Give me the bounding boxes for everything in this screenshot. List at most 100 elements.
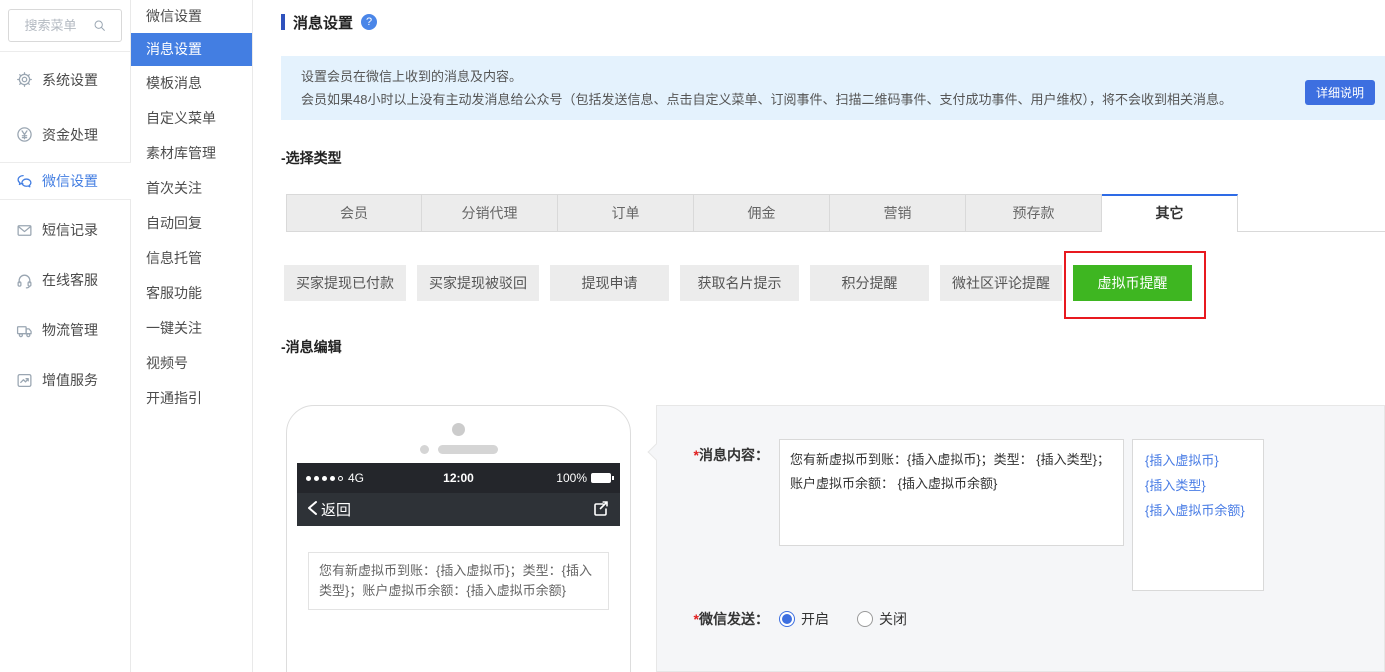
detail-description-button[interactable]: 详细说明: [1304, 80, 1375, 105]
page-header: 消息设置 ?: [281, 12, 1385, 32]
tab-prepaid[interactable]: 预存款: [966, 194, 1102, 232]
wechat-send-row: *微信发送： 开启 关闭: [657, 609, 1384, 629]
sidebar-item-online-service[interactable]: 在线客服: [0, 255, 130, 305]
tab-member[interactable]: 会员: [286, 194, 422, 232]
message-content-textarea[interactable]: 您有新虚拟币到账：{插入虚拟币}；类型： {插入类型}；账户虚拟币余额： {插入…: [779, 439, 1124, 546]
app-window: 系统设置 资金处理 微信设置 短信记录: [0, 0, 1385, 672]
gear-icon: [16, 71, 33, 88]
envelope-icon: [16, 222, 33, 239]
submenu-item-video-account[interactable]: 视频号: [131, 346, 252, 381]
insert-virtual-currency-link[interactable]: {插入虚拟币}: [1145, 448, 1251, 473]
sidebar-item-funds[interactable]: 资金处理: [0, 107, 130, 162]
wechat-icon: [16, 173, 33, 190]
battery-percent-label: 100%: [556, 471, 587, 485]
back-chevron-icon: [307, 500, 318, 520]
radio-off-label: 关闭: [879, 611, 907, 627]
content-form-row: *消息内容： 您有新虚拟币到账：{插入虚拟币}；类型： {插入类型}；账户虚拟币…: [657, 439, 1384, 591]
type-button-get-card-tip[interactable]: 获取名片提示: [680, 265, 799, 301]
statusbar-right: 100%: [521, 471, 614, 485]
insert-type-link[interactable]: {插入类型}: [1145, 473, 1251, 498]
sidebar-item-sms-records[interactable]: 短信记录: [0, 205, 130, 255]
sidebar-item-system-settings[interactable]: 系统设置: [0, 52, 130, 107]
insert-balance-link[interactable]: {插入虚拟币余额}: [1145, 498, 1251, 523]
tab-order[interactable]: 订单: [558, 194, 694, 232]
sidebar-group: 短信记录 在线客服 物流管理 增值服务: [0, 200, 130, 405]
back-button: 返回: [307, 499, 351, 520]
help-icon[interactable]: ?: [361, 14, 378, 30]
message-preview: 您有新虚拟币到账：{插入虚拟币}；类型：{插入类型}；账户虚拟币余额：{插入虚拟…: [308, 552, 609, 610]
submenu-title: 微信设置: [146, 8, 202, 24]
sidebar-item-label: 系统设置: [42, 71, 98, 88]
phone-navbar: 返回: [297, 493, 620, 526]
highlighted-button-wrap: 虚拟币提醒: [1064, 251, 1206, 319]
tab-distribution-agent[interactable]: 分销代理: [422, 194, 558, 232]
type-button-community-comment-reminder[interactable]: 微社区评论提醒: [940, 265, 1062, 301]
submenu-item-message-settings[interactable]: 消息设置: [131, 33, 252, 66]
page-title: 消息设置: [293, 14, 354, 32]
content-label: *消息内容：: [693, 447, 769, 463]
main-content: 消息设置 ? 设置会员在微信上收到的消息及内容。 会员如果48小时以上没有主动发…: [253, 0, 1385, 672]
submenu-item-service-function[interactable]: 客服功能: [131, 276, 252, 311]
phone-sensor-dot: [419, 445, 429, 454]
yen-circle-icon: [16, 126, 33, 143]
carrier-label: 4G: [348, 471, 365, 485]
submenu-item-custom-menu[interactable]: 自定义菜单: [131, 101, 252, 136]
headset-icon: [16, 272, 33, 289]
back-label: 返回: [321, 502, 352, 519]
radio-on[interactable]: [779, 611, 795, 627]
phone-camera-dot: [452, 423, 465, 436]
phone-speaker-bar: [437, 445, 498, 454]
submenu-item-one-key-follow[interactable]: 一键关注: [131, 311, 252, 346]
tab-other[interactable]: 其它: [1102, 194, 1238, 232]
sidebar-item-logistics[interactable]: 物流管理: [0, 305, 130, 355]
type-button-virtual-currency-reminder[interactable]: 虚拟币提醒: [1073, 265, 1192, 301]
submenu-item-auto-reply[interactable]: 自动回复: [131, 206, 252, 241]
radio-on-label: 开启: [801, 611, 829, 627]
signal-strength-icon: [306, 475, 343, 481]
tab-marketing[interactable]: 营销: [830, 194, 966, 232]
notice-line2: 会员如果48小时以上没有主动发消息给公众号（包括发送信息、点击自定义菜单、订阅事…: [301, 92, 1232, 107]
phone-screen: 4G 12:00 100% 返回 您有新虚拟币到账：{插入虚拟币}；类型：{插入…: [297, 463, 620, 610]
submenu-item-material-library[interactable]: 素材库管理: [131, 136, 252, 171]
notice-banner: 设置会员在微信上收到的消息及内容。 会员如果48小时以上没有主动发消息给公众号（…: [281, 56, 1385, 120]
message-edit-heading: -消息编辑: [281, 339, 342, 355]
type-button-points-reminder[interactable]: 积分提醒: [810, 265, 929, 301]
sidebar-item-label: 微信设置: [42, 173, 98, 189]
statusbar-left: 4G: [306, 471, 396, 485]
sidebar-item-label: 短信记录: [42, 222, 98, 238]
insert-variables-box: {插入虚拟币} {插入类型} {插入虚拟币余额}: [1132, 439, 1264, 591]
submenu-item-first-follow[interactable]: 首次关注: [131, 171, 252, 206]
phone-speaker: [287, 445, 630, 454]
phone-statusbar: 4G 12:00 100%: [297, 463, 620, 493]
type-tabs: 会员 分销代理 订单 佣金 营销 预存款 其它: [286, 194, 1385, 232]
tab-commission[interactable]: 佣金: [694, 194, 830, 232]
chart-icon: [16, 372, 33, 389]
type-button-withdraw-apply[interactable]: 提现申请: [550, 265, 669, 301]
sidebar-item-label: 物流管理: [42, 322, 98, 338]
type-button-withdraw-rejected[interactable]: 买家提现被驳回: [417, 265, 539, 301]
share-icon: [591, 499, 610, 521]
type-button-withdraw-paid[interactable]: 买家提现已付款: [284, 265, 406, 301]
wechat-send-label: *微信发送：: [693, 611, 769, 627]
sidebar-item-value-added[interactable]: 增值服务: [0, 355, 130, 405]
truck-icon: [16, 322, 33, 339]
search-input[interactable]: [24, 18, 87, 33]
send-radio-group: 开启 关闭: [779, 609, 935, 629]
radio-off[interactable]: [857, 611, 873, 627]
submenu-item-info-hosting[interactable]: 信息托管: [131, 241, 252, 276]
phone-message-area: 您有新虚拟币到账：{插入虚拟币}；类型：{插入类型}；账户虚拟币余额：{插入虚拟…: [297, 526, 620, 610]
primary-sidebar: 系统设置 资金处理 微信设置 短信记录: [0, 0, 131, 672]
message-editor: 4G 12:00 100% 返回 您有新虚拟币到账：{插入虚拟币}；类型：{插入…: [286, 405, 1385, 672]
clock-label: 12:00: [443, 471, 474, 485]
phone-preview: 4G 12:00 100% 返回 您有新虚拟币到账：{插入虚拟币}；类型：{插入…: [286, 405, 631, 672]
search-icon: [93, 19, 106, 32]
sidebar-item-label: 资金处理: [42, 126, 98, 143]
wechat-settings-submenu: 微信设置 消息设置 模板消息 自定义菜单 素材库管理 首次关注 自动回复 信息托…: [131, 0, 253, 672]
submenu-item-template-message[interactable]: 模板消息: [131, 66, 252, 101]
notice-line1: 设置会员在微信上收到的消息及内容。: [301, 69, 523, 84]
message-form-panel: *消息内容： 您有新虚拟币到账：{插入虚拟币}；类型： {插入类型}；账户虚拟币…: [647, 405, 1385, 672]
sidebar-item-label: 增值服务: [42, 372, 98, 388]
sidebar-item-wechat-settings[interactable]: 微信设置: [0, 162, 131, 200]
menu-search-box[interactable]: [8, 9, 122, 42]
submenu-item-activation-guide[interactable]: 开通指引: [131, 381, 252, 416]
